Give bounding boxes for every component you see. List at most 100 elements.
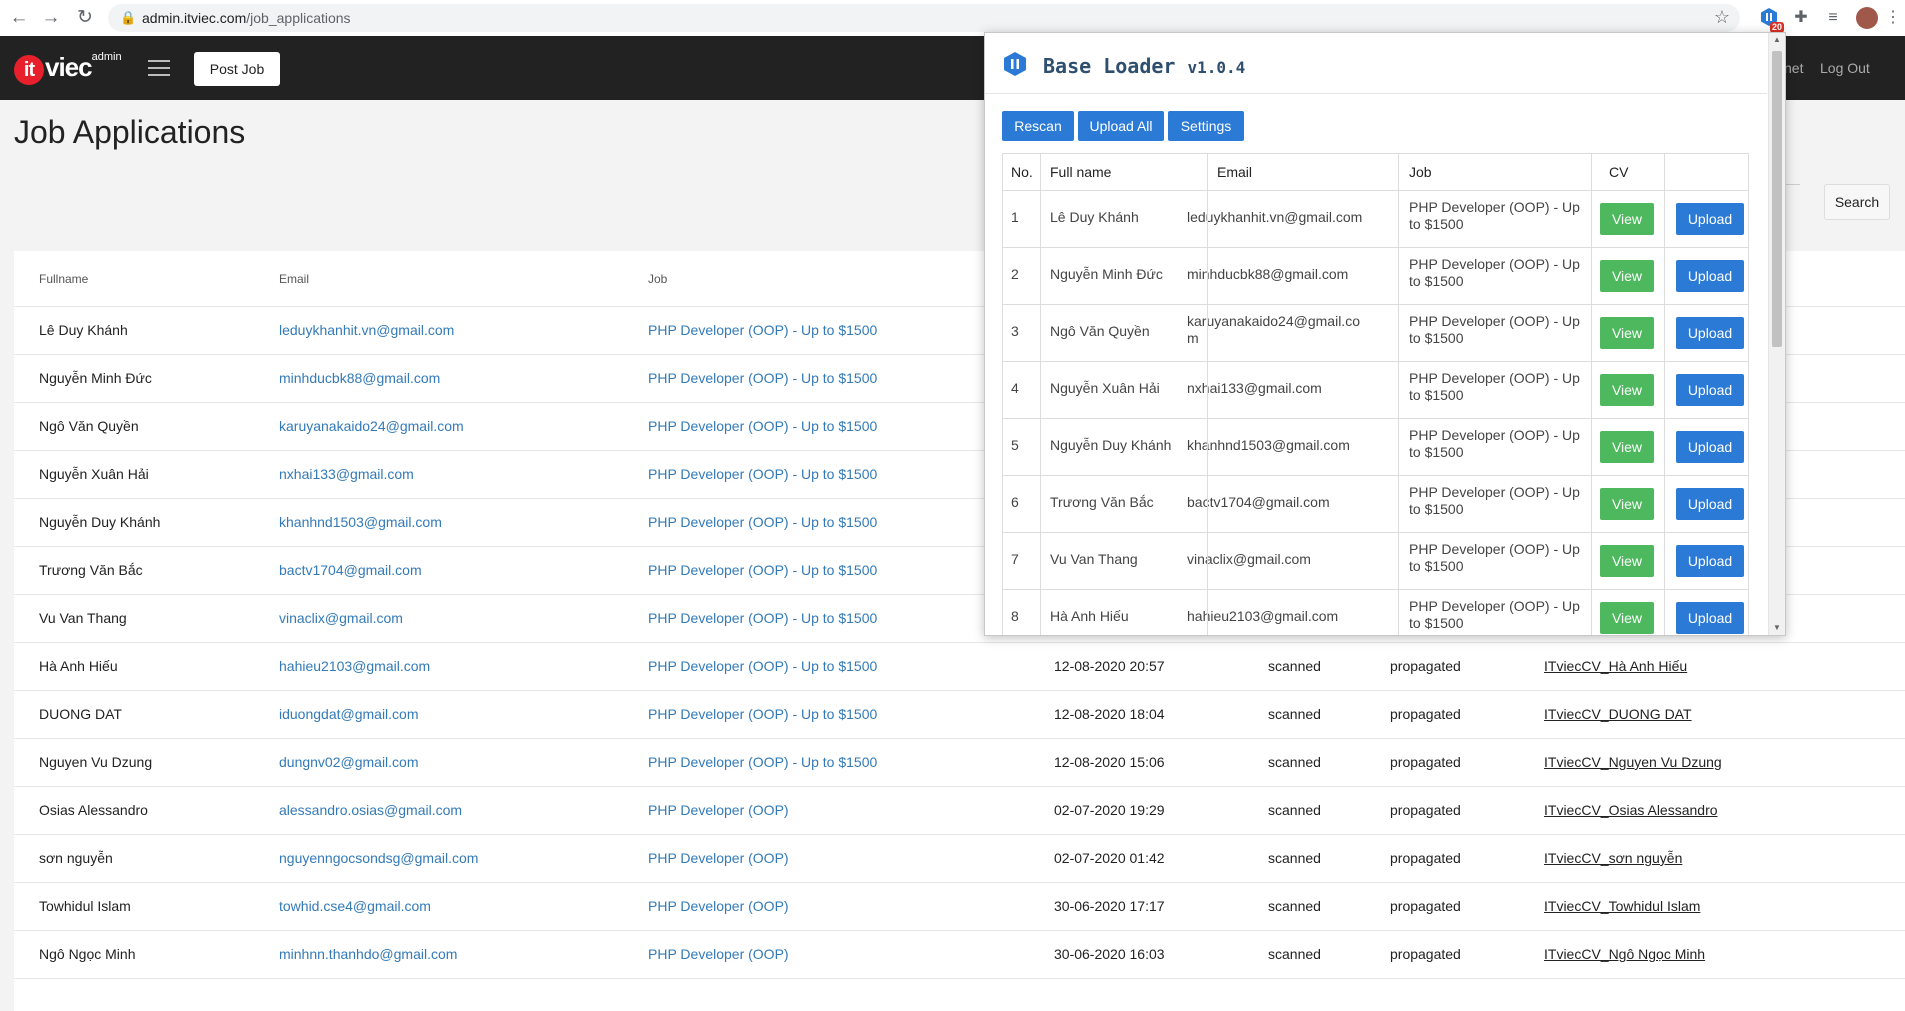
applicant-email-link[interactable]: nxhai133@gmail.com [279, 466, 414, 482]
cv-link[interactable]: ITviecCV_Osias Alessandro [1544, 802, 1718, 818]
applicant-email-link[interactable]: nguyenngocsondsg@gmail.com [279, 850, 478, 866]
scroll-thumb[interactable] [1772, 51, 1782, 347]
view-cv-button[interactable]: View [1600, 374, 1654, 406]
popup-row: 4 Nguyễn Xuân Hải nxhai133@gmail.com PHP De… [1002, 362, 1749, 419]
scroll-down-icon[interactable]: ▼ [1769, 621, 1785, 635]
propagation-status: propagated [1390, 802, 1461, 818]
applicant-email-link[interactable]: vinaclix@gmail.com [279, 610, 403, 626]
applicant-name: Nguyen Vu Dzung [39, 754, 153, 770]
applicant-email-link[interactable]: khanhnd1503@gmail.com [279, 514, 442, 530]
cv-link[interactable]: ITviecCV_Hà Anh Hiếu [1544, 658, 1687, 674]
upload-cv-button[interactable]: Upload [1676, 203, 1744, 235]
cv-link[interactable]: ITviecCV_Nguyen Vu Dzung [1544, 754, 1722, 770]
cv-link[interactable]: ITviecCV_sơn nguyễn [1544, 850, 1682, 866]
applied-date: 12-08-2020 18:04 [1054, 706, 1165, 722]
upload-cv-button[interactable]: Upload [1676, 374, 1744, 406]
table-row: sơn nguyễn nguyenngocsondsg@gmail.com PHP … [14, 834, 1905, 883]
column-header-fullname: Fullname [39, 272, 89, 286]
job-link[interactable]: PHP Developer (OOP) - Up to $1500 [648, 610, 877, 626]
puzzle-icon[interactable]: ✚ [1790, 7, 1812, 29]
applicant-email-link[interactable]: minhnn.thanhdo@gmail.com [279, 946, 457, 962]
applicant-email-link[interactable]: bactv1704@gmail.com [279, 562, 422, 578]
hamburger-menu-icon[interactable] [148, 60, 170, 81]
job-link[interactable]: PHP Developer (OOP) - Up to $1500 [648, 754, 877, 770]
popup-row: 7 Vu Van Thang vinaclix@gmail.com PHP Devel… [1002, 533, 1749, 590]
rescan-button[interactable]: Rescan [1002, 111, 1074, 141]
media-queue-icon[interactable]: ≡ [1822, 7, 1844, 29]
job-link[interactable]: PHP Developer (OOP) [648, 946, 789, 962]
propagation-status: propagated [1390, 754, 1461, 770]
job-link[interactable]: PHP Developer (OOP) [648, 898, 789, 914]
row-number: 5 [1011, 437, 1019, 453]
reload-icon[interactable]: ↻ [74, 7, 96, 29]
applicant-name: Trương Văn Bắc [39, 562, 143, 578]
row-number: 3 [1011, 323, 1019, 339]
propagation-status: propagated [1390, 850, 1461, 866]
table-row: Towhidul Islam towhid.cse4@gmail.com PHP D… [14, 882, 1905, 931]
back-arrow-icon[interactable]: ← [8, 7, 30, 29]
upload-all-button[interactable]: Upload All [1078, 111, 1164, 141]
job-link[interactable]: PHP Developer (OOP) - Up to $1500 [648, 514, 877, 530]
applicant-email-link[interactable]: minhducbk88@gmail.com [279, 370, 440, 386]
popup-scrollbar[interactable]: ▲ ▼ [1768, 33, 1785, 635]
post-job-button[interactable]: Post Job [194, 52, 280, 86]
view-cv-button[interactable]: View [1600, 545, 1654, 577]
upload-cv-button[interactable]: Upload [1676, 317, 1744, 349]
applicant-name: Hà Anh Hiếu [39, 658, 118, 674]
job-link[interactable]: PHP Developer (OOP) - Up to $1500 [648, 322, 877, 338]
job-link[interactable]: PHP Developer (OOP) - Up to $1500 [648, 706, 877, 722]
view-cv-button[interactable]: View [1600, 203, 1654, 235]
upload-cv-button[interactable]: Upload [1676, 260, 1744, 292]
applicant-email-link[interactable]: hahieu2103@gmail.com [279, 658, 430, 674]
upload-cv-button[interactable]: Upload [1676, 488, 1744, 520]
applied-date: 02-07-2020 01:42 [1054, 850, 1165, 866]
row-fullname: Nguyễn Minh Đức [1050, 266, 1163, 282]
job-link[interactable]: PHP Developer (OOP) [648, 850, 789, 866]
more-menu-icon[interactable]: ⋮ [1882, 7, 1904, 29]
header-link-partial[interactable]: net [1784, 60, 1803, 76]
bookmark-star-icon[interactable]: ☆ [1714, 7, 1730, 28]
applicant-email-link[interactable]: towhid.cse4@gmail.com [279, 898, 431, 914]
row-email: khanhnd1503@gmail.com [1187, 437, 1350, 453]
settings-button[interactable]: Settings [1168, 111, 1244, 141]
cv-link[interactable]: ITviecCV_DUONG DAT [1544, 706, 1692, 722]
upload-cv-button[interactable]: Upload [1676, 431, 1744, 463]
applicant-email-link[interactable]: iduongdat@gmail.com [279, 706, 419, 722]
job-link[interactable]: PHP Developer (OOP) - Up to $1500 [648, 370, 877, 386]
row-fullname: Ngô Văn Quyền [1050, 323, 1150, 339]
row-job: PHP Developer (OOP) - Up to $1500 [1409, 484, 1580, 517]
forward-arrow-icon[interactable]: → [40, 7, 62, 29]
base-loader-extension-icon[interactable]: 20 [1758, 7, 1784, 33]
view-cv-button[interactable]: View [1600, 602, 1654, 634]
applicant-email-link[interactable]: karuyanakaido24@gmail.com [279, 418, 464, 434]
view-cv-button[interactable]: View [1600, 488, 1654, 520]
applicant-email-link[interactable]: dungnv02@gmail.com [279, 754, 419, 770]
scroll-up-icon[interactable]: ▲ [1769, 33, 1785, 47]
row-job: PHP Developer (OOP) - Up to $1500 [1409, 541, 1580, 574]
column-header-email: Email [279, 272, 310, 286]
row-number: 8 [1011, 608, 1019, 624]
upload-cv-button[interactable]: Upload [1676, 545, 1744, 577]
view-cv-button[interactable]: View [1600, 317, 1654, 349]
upload-cv-button[interactable]: Upload [1676, 602, 1744, 634]
job-link[interactable]: PHP Developer (OOP) [648, 802, 789, 818]
cv-link[interactable]: ITviecCV_Ngô Ngọc Minh [1544, 946, 1705, 962]
logout-link[interactable]: Log Out [1820, 60, 1870, 76]
base-loader-logo-icon [1004, 52, 1026, 76]
job-link[interactable]: PHP Developer (OOP) - Up to $1500 [648, 658, 877, 674]
itviec-logo[interactable]: it viecadmin [14, 51, 122, 85]
view-cv-button[interactable]: View [1600, 260, 1654, 292]
row-email: vinaclix@gmail.com [1187, 551, 1311, 567]
cv-link[interactable]: ITviecCV_Towhidul Islam [1544, 898, 1700, 914]
job-link[interactable]: PHP Developer (OOP) - Up to $1500 [648, 418, 877, 434]
applicant-email-link[interactable]: leduykhanhit.vn@gmail.com [279, 322, 454, 338]
address-bar[interactable]: 🔒 admin.itviec.com/job_applications ☆ [108, 4, 1740, 32]
search-button[interactable]: Search [1824, 184, 1890, 220]
applicant-email-link[interactable]: alessandro.osias@gmail.com [279, 802, 462, 818]
profile-avatar[interactable] [1856, 7, 1878, 29]
view-cv-button[interactable]: View [1600, 431, 1654, 463]
job-link[interactable]: PHP Developer (OOP) - Up to $1500 [648, 562, 877, 578]
applicant-name: Nguyễn Duy Khánh [39, 514, 161, 530]
job-link[interactable]: PHP Developer (OOP) - Up to $1500 [648, 466, 877, 482]
page-title: Job Applications [14, 114, 246, 150]
